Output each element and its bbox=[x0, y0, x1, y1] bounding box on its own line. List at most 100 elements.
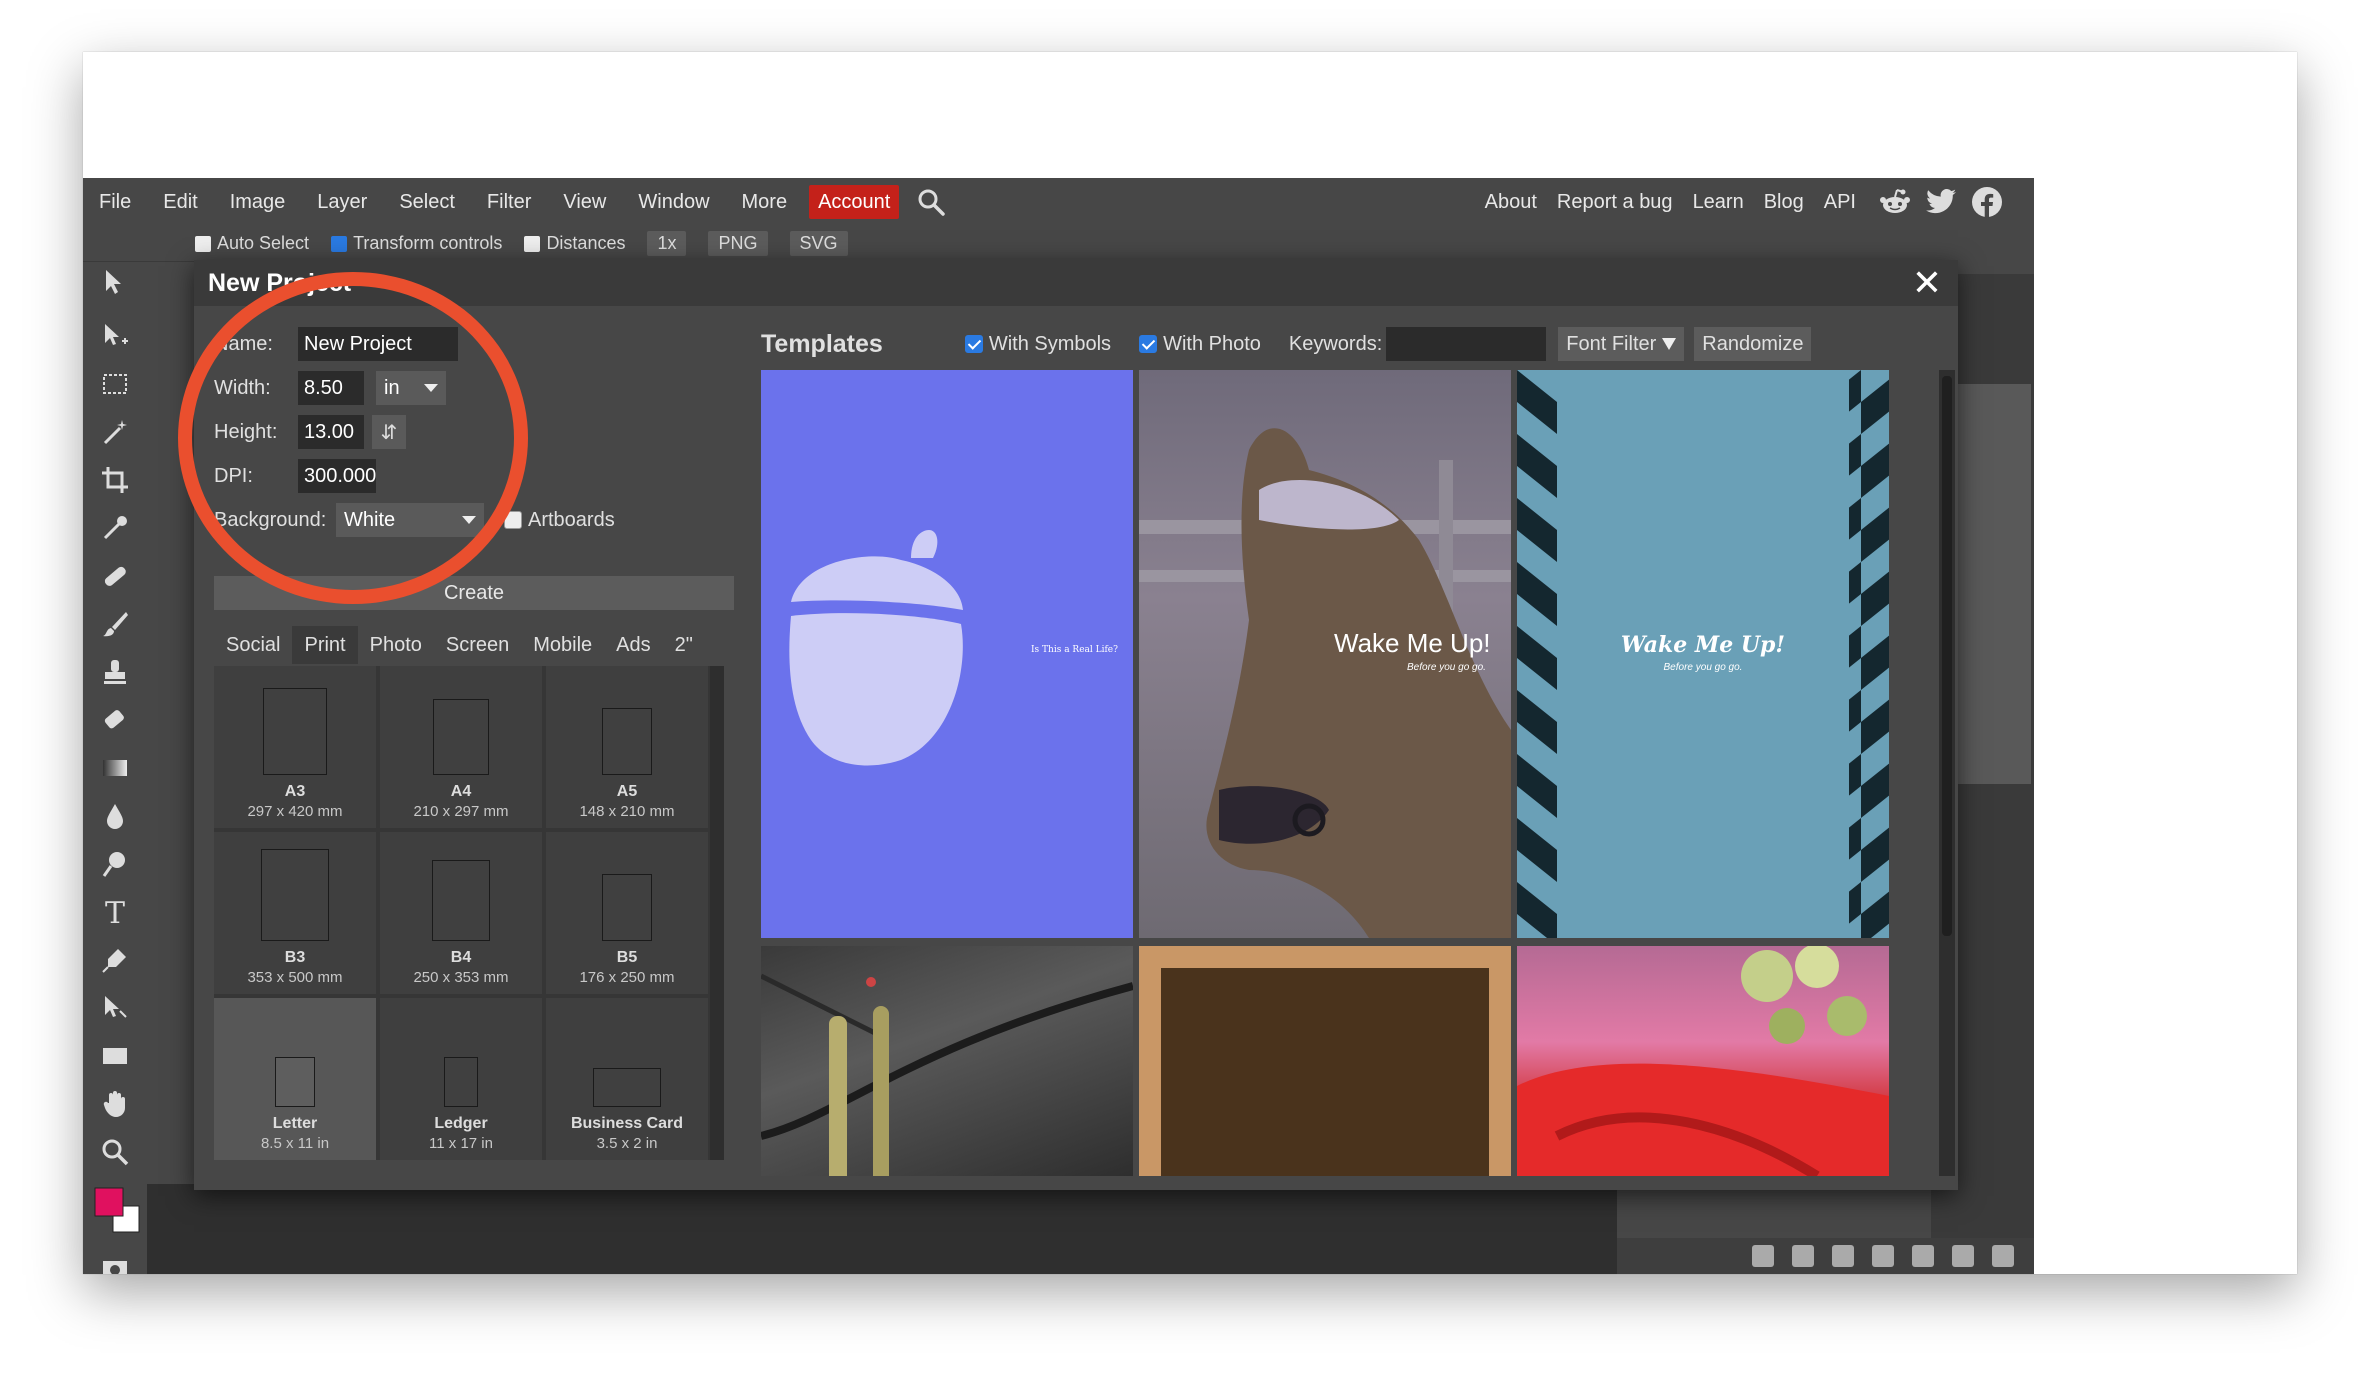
facebook-icon[interactable] bbox=[1970, 185, 2004, 219]
menu-select[interactable]: Select bbox=[383, 178, 471, 226]
menu-filter[interactable]: Filter bbox=[471, 178, 547, 226]
preset-b5[interactable]: B5 176 x 250 mm bbox=[546, 832, 708, 994]
select-tool-icon[interactable] bbox=[95, 316, 135, 356]
blur-drop-icon[interactable] bbox=[95, 796, 135, 836]
color-swatches[interactable] bbox=[91, 1184, 143, 1236]
trash-icon[interactable] bbox=[1992, 1245, 2014, 1267]
menu-learn[interactable]: Learn bbox=[1683, 178, 1754, 226]
menu-image[interactable]: Image bbox=[214, 178, 302, 226]
preset-name: Letter bbox=[272, 1115, 318, 1132]
menu-report-a-bug[interactable]: Report a bug bbox=[1547, 178, 1683, 226]
preset-dims: 11 x 17 in bbox=[429, 1135, 493, 1152]
adjustment-icon[interactable] bbox=[1832, 1245, 1854, 1267]
preset-ledger[interactable]: Ledger 11 x 17 in bbox=[380, 998, 542, 1160]
tab-2[interactable]: 2" bbox=[663, 626, 705, 664]
eraser-icon[interactable] bbox=[95, 700, 135, 740]
menu-left: File Edit Image Layer Select Filter View Window… bbox=[83, 178, 803, 226]
export-png-button[interactable]: PNG bbox=[708, 231, 768, 256]
pen-icon[interactable] bbox=[95, 940, 135, 980]
healing-brush-icon[interactable] bbox=[95, 556, 135, 596]
template-scroll-thumb[interactable] bbox=[1942, 376, 1952, 936]
hand-icon[interactable] bbox=[95, 1084, 135, 1124]
menu-file[interactable]: File bbox=[83, 178, 147, 226]
eyedropper-icon[interactable] bbox=[95, 508, 135, 548]
auto-select-option[interactable]: Auto Select bbox=[195, 233, 309, 254]
preset-name: A4 bbox=[450, 783, 472, 800]
tab-social[interactable]: Social bbox=[214, 626, 292, 664]
preset-shape bbox=[261, 848, 329, 941]
template-horse[interactable]: Wake Me Up! Before you go go. bbox=[1139, 370, 1511, 938]
template-acorn[interactable]: Is This a Real Life? bbox=[761, 370, 1133, 938]
menu-edit[interactable]: Edit bbox=[147, 178, 213, 226]
mask-icon[interactable] bbox=[1872, 1245, 1894, 1267]
preset-shape bbox=[593, 1067, 661, 1107]
preset-name: A5 bbox=[616, 783, 638, 800]
export-svg-button[interactable]: SVG bbox=[789, 231, 848, 256]
workspace-area bbox=[147, 1184, 1617, 1274]
keywords-input[interactable] bbox=[1386, 327, 1547, 361]
tab-ads[interactable]: Ads bbox=[604, 626, 662, 664]
tab-screen[interactable]: Screen bbox=[434, 626, 521, 664]
magnifier-icon[interactable] bbox=[911, 182, 951, 222]
rectangle-tool-icon[interactable] bbox=[95, 1036, 135, 1076]
template-gallery: Is This a Real Life? Wake Me Up! Before … bbox=[761, 370, 1931, 1176]
artboards-checkbox[interactable]: Artboards bbox=[504, 509, 615, 532]
preset-b3[interactable]: B3 353 x 500 mm bbox=[214, 832, 376, 994]
path-select-icon[interactable] bbox=[95, 988, 135, 1028]
zoom-tool-icon[interactable] bbox=[95, 1132, 135, 1172]
menu-layer[interactable]: Layer bbox=[301, 178, 383, 226]
preset-dims: 210 x 297 mm bbox=[413, 803, 509, 820]
menu-bar: File Edit Image Layer Select Filter View Window… bbox=[83, 178, 2034, 226]
reddit-icon[interactable] bbox=[1878, 185, 1912, 219]
tab-print[interactable]: Print bbox=[292, 626, 358, 664]
new-layer-icon[interactable] bbox=[1952, 1245, 1974, 1267]
preset-b4[interactable]: B4 250 x 353 mm bbox=[380, 832, 542, 994]
close-icon[interactable]: ✕ bbox=[1910, 265, 1944, 301]
preset-dims: 176 x 250 mm bbox=[579, 969, 675, 986]
preset-business-card[interactable]: Business Card 3.5 x 2 in bbox=[546, 998, 708, 1160]
preset-a5[interactable]: A5 148 x 210 mm bbox=[546, 666, 708, 828]
folder-icon[interactable] bbox=[1912, 1245, 1934, 1267]
screenshot-stage: File Edit Image Layer Select Filter View Window… bbox=[0, 0, 2367, 1387]
effects-icon[interactable] bbox=[1792, 1245, 1814, 1267]
template-stripes[interactable]: Wake Me Up! Before you go go. bbox=[1517, 370, 1889, 938]
gradient-icon[interactable] bbox=[95, 748, 135, 788]
template-brown-frame[interactable] bbox=[1139, 946, 1511, 1176]
crop-icon[interactable] bbox=[95, 460, 135, 500]
dodge-icon[interactable] bbox=[95, 844, 135, 884]
quick-mask-icon[interactable] bbox=[95, 1250, 135, 1274]
with-symbols-checkbox[interactable]: With Symbols bbox=[964, 333, 1111, 356]
preset-name: B3 bbox=[284, 949, 306, 966]
marquee-tool-icon[interactable] bbox=[95, 364, 135, 404]
move-tool-icon[interactable] bbox=[95, 262, 135, 302]
preset-a4[interactable]: A4 210 x 297 mm bbox=[380, 666, 542, 828]
menu-blog[interactable]: Blog bbox=[1754, 178, 1814, 226]
account-menu[interactable]: Account bbox=[809, 185, 900, 219]
twitter-icon[interactable] bbox=[1924, 185, 1958, 219]
menu-about[interactable]: About bbox=[1475, 178, 1547, 226]
menu-view[interactable]: View bbox=[547, 178, 622, 226]
zoom-select[interactable]: 1x bbox=[647, 231, 687, 256]
preset-scrollbar[interactable] bbox=[710, 666, 724, 1160]
template-catkins[interactable] bbox=[761, 946, 1133, 1176]
preset-letter[interactable]: Letter 8.5 x 11 in bbox=[214, 998, 376, 1160]
link-layers-icon[interactable] bbox=[1752, 1245, 1774, 1267]
magic-wand-icon[interactable] bbox=[95, 412, 135, 452]
preset-a3[interactable]: A3 297 x 420 mm bbox=[214, 666, 376, 828]
menu-more[interactable]: More bbox=[726, 178, 804, 226]
transform-controls-option[interactable]: Transform controls bbox=[331, 233, 502, 254]
menu-api[interactable]: API bbox=[1814, 178, 1866, 226]
template-rose[interactable] bbox=[1517, 946, 1889, 1176]
text-tool-icon[interactable]: T bbox=[95, 892, 135, 932]
brush-icon[interactable] bbox=[95, 604, 135, 644]
preset-name: B4 bbox=[450, 949, 472, 966]
font-filter-button[interactable]: Font Filter bbox=[1558, 327, 1685, 361]
randomize-button[interactable]: Randomize bbox=[1694, 327, 1812, 361]
menu-window[interactable]: Window bbox=[622, 178, 725, 226]
preset-shape bbox=[433, 699, 489, 775]
tab-mobile[interactable]: Mobile bbox=[521, 626, 604, 664]
tab-photo[interactable]: Photo bbox=[358, 626, 434, 664]
with-photo-checkbox[interactable]: With Photo bbox=[1139, 333, 1261, 356]
distances-option[interactable]: Distances bbox=[524, 233, 625, 254]
stamp-icon[interactable] bbox=[95, 652, 135, 692]
